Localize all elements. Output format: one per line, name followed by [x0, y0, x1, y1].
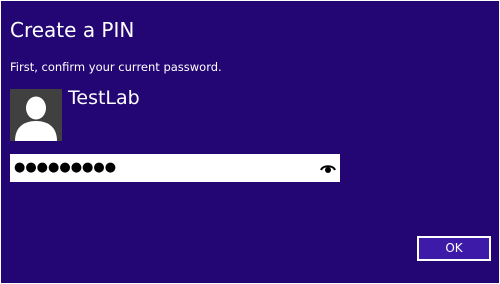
create-pin-dialog: Create a PIN First, confirm your current… — [1, 1, 499, 283]
password-field[interactable]: ●●●●●●●●● — [10, 154, 340, 182]
user-silhouette-icon — [15, 96, 57, 141]
user-avatar — [10, 89, 62, 141]
eye-icon — [320, 165, 336, 173]
password-value: ●●●●●●●●● — [14, 160, 117, 175]
ok-button[interactable]: OK — [417, 236, 491, 261]
reveal-password-button[interactable] — [320, 160, 336, 176]
user-name: TestLab — [68, 87, 140, 109]
dialog-instruction: First, confirm your current password. — [10, 60, 222, 74]
dialog-title: Create a PIN — [10, 18, 135, 42]
